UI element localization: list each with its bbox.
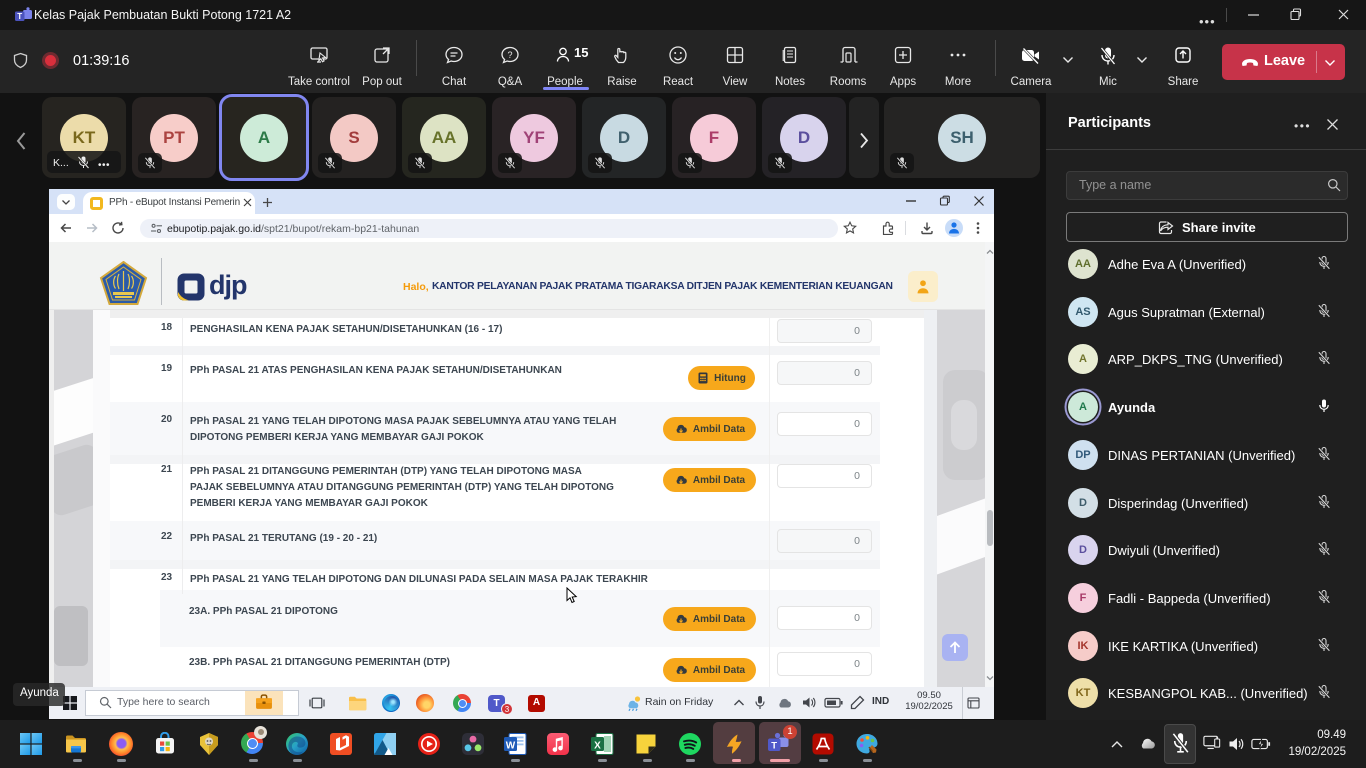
svg-text:T: T (771, 741, 777, 752)
svg-text:X: X (594, 741, 601, 752)
svg-text:?: ? (507, 50, 512, 60)
svg-text:T: T (17, 12, 22, 21)
svg-text:W: W (506, 741, 516, 752)
